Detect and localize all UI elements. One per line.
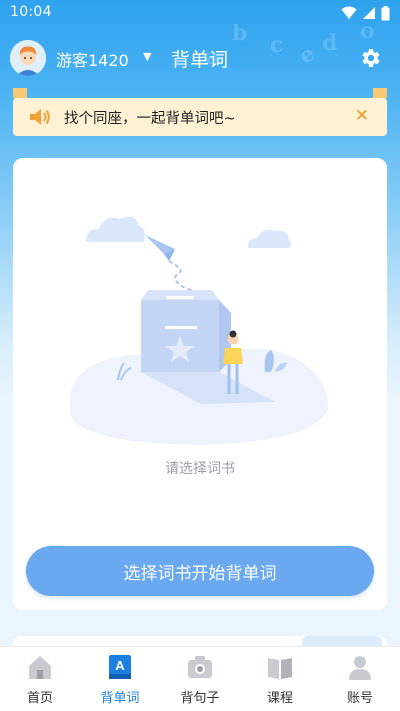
nav-label-sentences: 背句子 <box>180 691 220 706</box>
avatar[interactable] <box>10 40 46 76</box>
word-book-icon: A <box>109 655 131 679</box>
signal-icon <box>363 7 375 19</box>
nav-item-account[interactable]: 账号 <box>320 647 400 711</box>
user-icon <box>349 656 371 680</box>
nav-item-sentences[interactable]: 背句子 <box>160 647 240 711</box>
speaker-icon <box>30 109 50 125</box>
empty-state-text: 请选择词书 <box>165 461 235 477</box>
camera-icon <box>188 656 212 678</box>
status-time: 10:04 <box>10 4 52 20</box>
cloud-right-decoration <box>247 229 291 248</box>
book-icon <box>268 658 292 679</box>
nav-label-home: 首页 <box>26 691 53 706</box>
page-title: 背单词 <box>171 49 229 71</box>
nav-label-account: 账号 <box>346 691 373 706</box>
svg-text:A: A <box>115 658 125 673</box>
notice-box: 找个同座，一起背单词吧~ × <box>13 98 387 136</box>
nav-label-words: 背单词 <box>100 691 140 706</box>
wifi-icon <box>341 6 357 19</box>
home-icon <box>29 656 51 679</box>
nav-item-courses[interactable]: 课程 <box>240 647 320 711</box>
notice-banner: 找个同座，一起背单词吧~ × <box>13 88 387 136</box>
notice-text: 找个同座，一起背单词吧~ <box>64 111 236 127</box>
username[interactable]: 游客1420 <box>56 47 129 71</box>
nav-label-courses: 课程 <box>266 691 293 706</box>
battery-icon <box>381 5 390 20</box>
user-switch-caret-icon[interactable]: ▼ <box>143 50 151 63</box>
status-icons <box>341 5 390 21</box>
cloud-left-decoration <box>86 216 145 242</box>
status-bar: 10:04 <box>0 0 400 26</box>
app-header: 游客1420 ▼ 背单词 <box>0 36 400 80</box>
settings-gear-icon[interactable] <box>358 46 382 70</box>
word-book-card: 请选择词书 选择词书开始背单词 <box>13 158 387 610</box>
select-word-book-button[interactable]: 选择词书开始背单词 <box>26 546 374 596</box>
nav-item-words[interactable]: A 背单词 <box>80 647 160 711</box>
nav-item-home[interactable]: 首页 <box>0 647 80 711</box>
notice-close-icon[interactable]: × <box>355 105 369 125</box>
empty-state-illustration <box>69 216 329 445</box>
bottom-nav: 首页 A 背单词 背句子 课程 账号 <box>0 646 400 711</box>
avatar-icon <box>10 40 46 76</box>
